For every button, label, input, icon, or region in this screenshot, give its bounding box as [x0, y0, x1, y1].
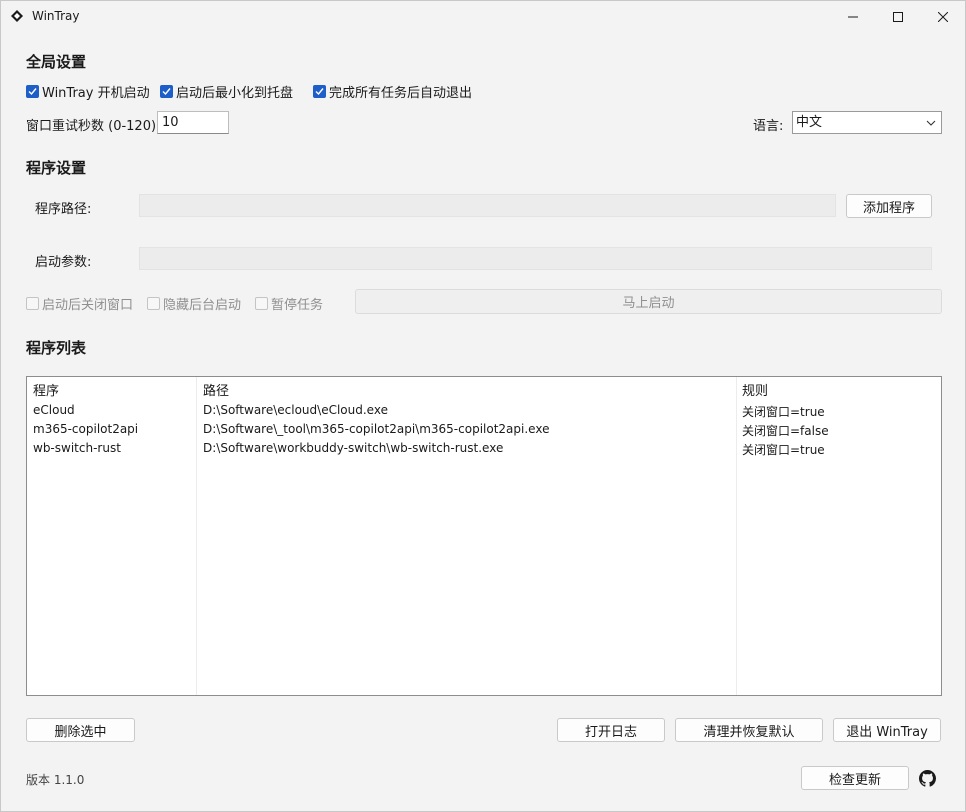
checked-icon: [313, 85, 326, 98]
open-log-button[interactable]: 打开日志: [557, 718, 665, 742]
title-bar[interactable]: WinTray: [1, 1, 965, 32]
reset-defaults-button[interactable]: 清理并恢复默认: [675, 718, 823, 742]
window-title: WinTray: [32, 9, 80, 23]
delete-selected-button[interactable]: 删除选中: [26, 718, 135, 742]
launch-args-label: 启动参数:: [35, 255, 92, 270]
program-settings-title: 程序设置: [26, 159, 87, 177]
cell-program: wb-switch-rust: [33, 441, 121, 455]
cell-rule: 关闭窗口=false: [742, 424, 829, 438]
cell-program: m365-copilot2api: [33, 422, 139, 436]
hidden-launch-checkbox[interactable]: 隐藏后台启动: [147, 294, 241, 313]
cell-path: D:\Software\ecloud\eCloud.exe: [203, 403, 388, 417]
github-icon[interactable]: [919, 770, 936, 787]
auto-exit-label: 完成所有任务后自动退出: [329, 86, 473, 101]
autostart-label: WinTray 开机启动: [42, 86, 150, 101]
unchecked-icon: [255, 297, 268, 310]
maximize-icon: [893, 11, 903, 22]
maximize-button[interactable]: [875, 1, 921, 32]
minimize-icon: [848, 16, 858, 17]
close-button[interactable]: [920, 1, 966, 32]
language-select[interactable]: 中文: [792, 111, 942, 134]
global-settings-title: 全局设置: [26, 53, 87, 71]
program-path-input[interactable]: [139, 194, 836, 217]
language-value: 中文: [796, 115, 823, 130]
minimize-button[interactable]: [830, 1, 876, 32]
add-program-button[interactable]: 添加程序: [846, 194, 932, 218]
hidden-launch-label: 隐藏后台启动: [163, 298, 242, 313]
program-table[interactable]: 程序 路径 规则 eCloud D:\Software\ecloud\eClou…: [26, 376, 942, 696]
column-header-path[interactable]: 路径: [203, 380, 229, 399]
column-header-rule[interactable]: 规则: [742, 380, 768, 399]
minimize-to-tray-checkbox[interactable]: 启动后最小化到托盘: [160, 82, 293, 101]
app-diamond-icon: [11, 10, 23, 22]
close-icon: [938, 11, 948, 22]
retry-seconds-label: 窗口重试秒数 (0-120):: [26, 119, 161, 134]
auto-exit-checkbox[interactable]: 完成所有任务后自动退出: [313, 82, 472, 101]
pause-task-label: 暂停任务: [271, 298, 324, 313]
main-window: WinTray 全局设置 WinTray 开机启动 启动后最小化到托盘 完成所有…: [0, 0, 966, 812]
exit-app-button[interactable]: 退出 WinTray: [833, 718, 941, 742]
cell-path: D:\Software\workbuddy-switch\wb-switch-r…: [203, 441, 504, 455]
close-window-after-launch-label: 启动后关闭窗口: [42, 298, 134, 313]
program-list-title: 程序列表: [26, 339, 87, 357]
program-path-label: 程序路径:: [35, 202, 92, 217]
column-header-program[interactable]: 程序: [33, 380, 59, 399]
launch-args-input[interactable]: [139, 247, 932, 270]
column-divider: [196, 377, 197, 695]
cell-rule: 关闭窗口=true: [742, 443, 825, 457]
cell-program: eCloud: [33, 403, 75, 417]
cell-rule: 关闭窗口=true: [742, 405, 825, 419]
pause-task-checkbox[interactable]: 暂停任务: [255, 294, 323, 313]
minimize-to-tray-label: 启动后最小化到托盘: [176, 86, 294, 101]
unchecked-icon: [26, 297, 39, 310]
autostart-checkbox[interactable]: WinTray 开机启动: [26, 82, 150, 101]
checked-icon: [160, 85, 173, 98]
unchecked-icon: [147, 297, 160, 310]
close-window-after-launch-checkbox[interactable]: 启动后关闭窗口: [26, 294, 133, 313]
column-divider: [736, 377, 737, 695]
chevron-down-icon: [926, 120, 936, 126]
retry-seconds-input[interactable]: 10: [157, 111, 229, 134]
cell-path: D:\Software\_tool\m365-copilot2api\m365-…: [203, 422, 550, 436]
language-label: 语言:: [753, 119, 784, 134]
check-update-button[interactable]: 检查更新: [801, 766, 909, 790]
checked-icon: [26, 85, 39, 98]
version-label: 版本 1.1.0: [26, 773, 85, 787]
launch-now-button[interactable]: 马上启动: [355, 289, 942, 314]
